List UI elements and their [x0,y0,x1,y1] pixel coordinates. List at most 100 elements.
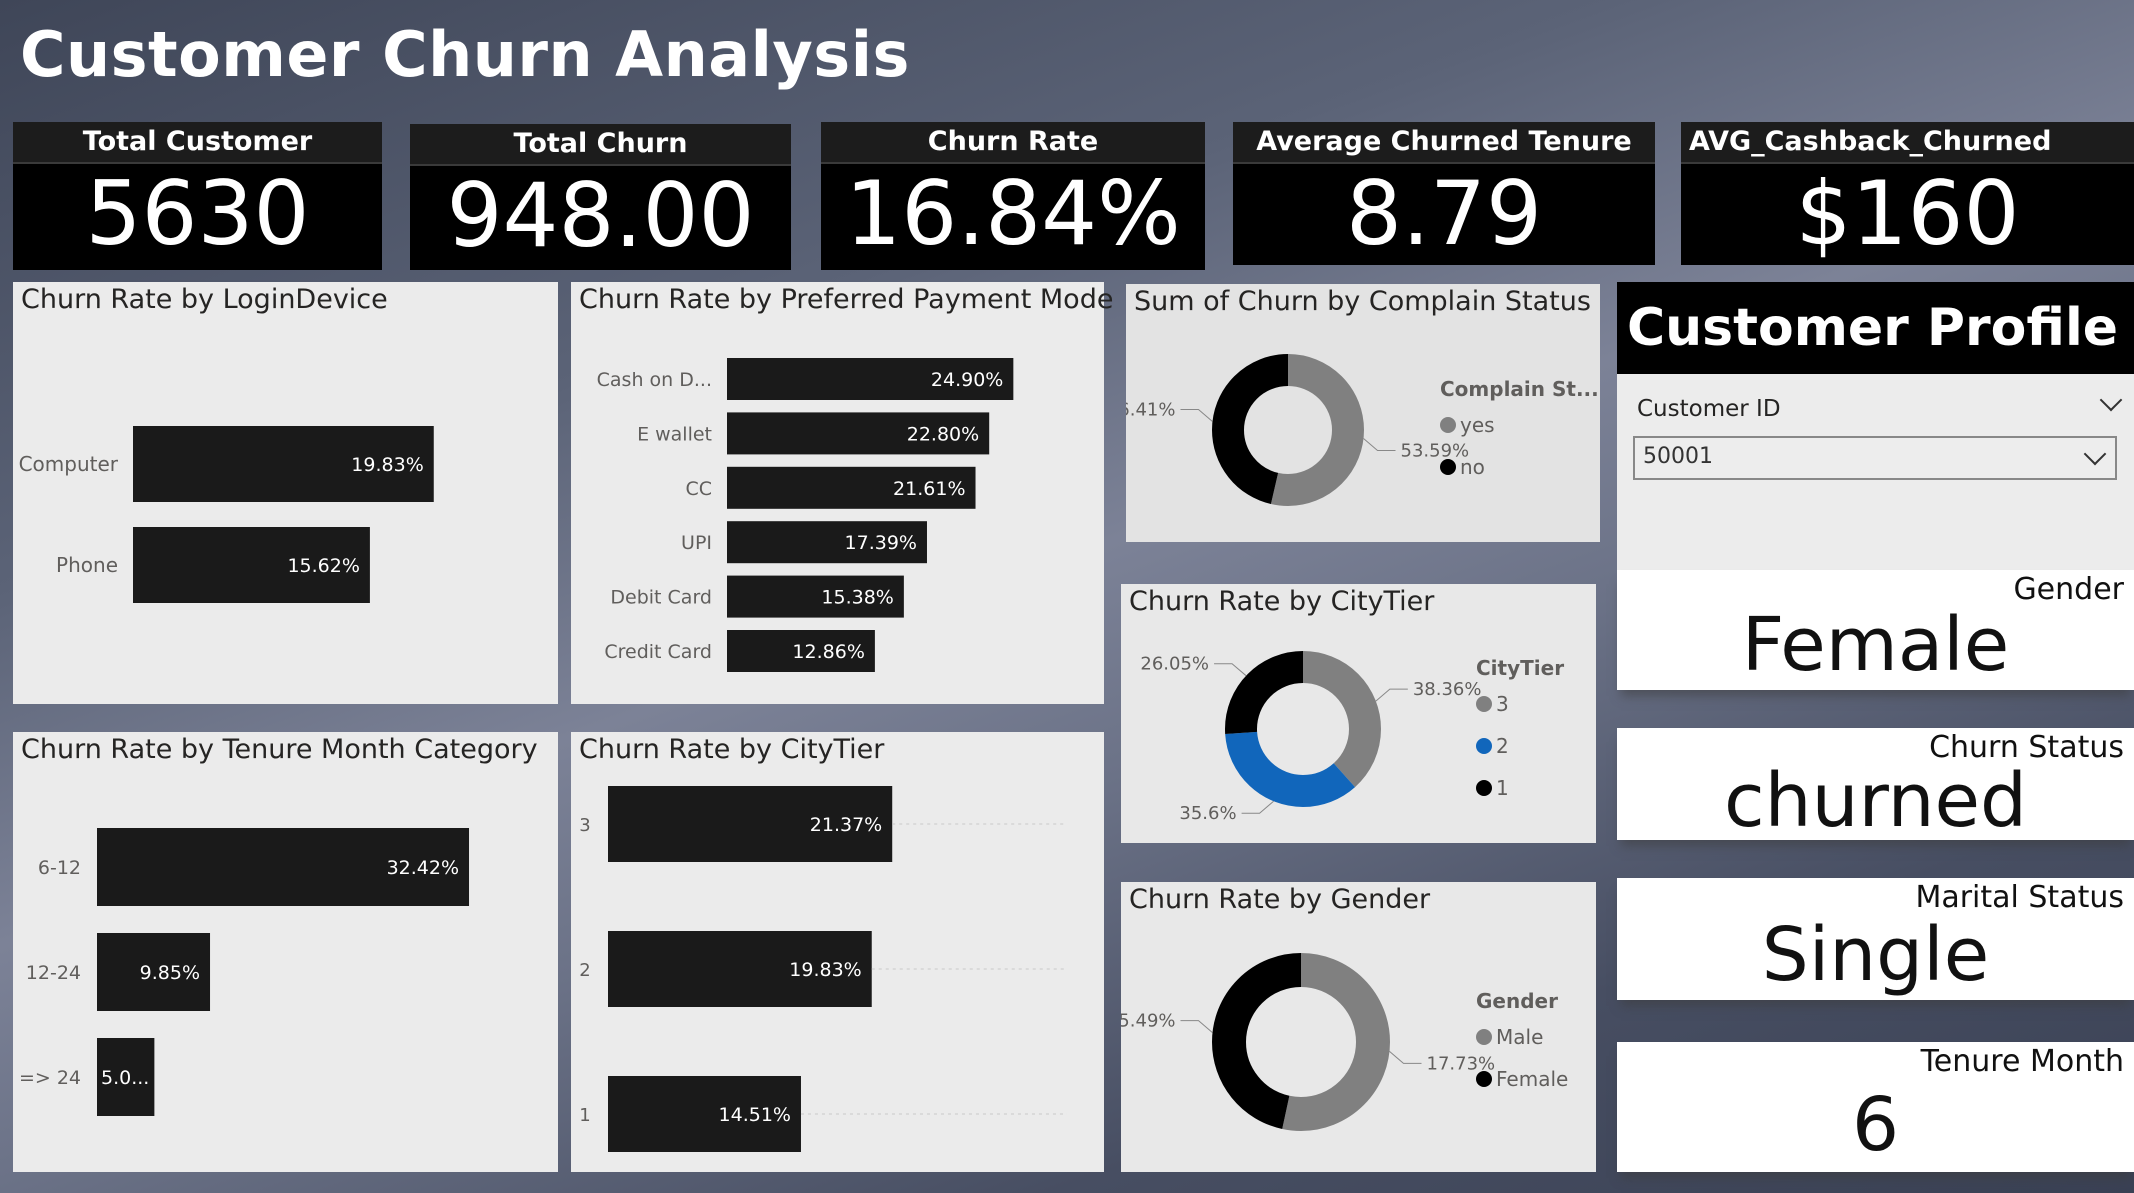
category-label: CC [685,478,712,500]
category-label: => 24 [19,1067,81,1089]
legend-label: no [1460,455,1485,479]
churn-status-value: churned [1723,758,2027,844]
marital-status-value: Single [1761,912,1990,998]
churn-status-card: Churn Status churned [1617,728,2134,844]
data-label: 19.83% [351,454,423,476]
category-label: Cash on D... [597,369,712,391]
data-label: 15.62% [287,555,359,577]
payment-mode-bar-chart: Cash on D... 24.90% E wallet 22.80% CC 21.61%… [597,358,1014,672]
chart-panel-citytier-donut[interactable]: Churn Rate by CityTier 38.36% 35.6% 26.05%… [1121,584,1596,843]
kpi-label: Average Churned Tenure [1233,122,1655,164]
tenure-month-card: Tenure Month 6 [1617,1042,2134,1172]
data-label: 53.59% [1401,441,1470,462]
legend-label: yes [1460,413,1495,437]
category-label: Credit Card [604,641,712,663]
kpi-value: 16.84% [845,162,1181,265]
data-label: 26.05% [1140,654,1209,675]
category-label: 6-12 [38,857,81,879]
leader-line [1241,800,1274,814]
data-label: 21.37% [810,814,882,836]
legend-title: Gender [1476,989,1558,1013]
legend-marker [1440,417,1456,433]
leader-line [1180,1020,1213,1033]
citytier-donut-chart: 38.36% 35.6% 26.05% CityTier 3 2 1 [1140,651,1564,824]
chart-panel-login-device[interactable]: Churn Rate by LoginDevice Computer 19.83%… [13,282,558,704]
data-label: 14.51% [719,1104,791,1126]
chart-panel-payment-mode[interactable]: Churn Rate by Preferred Payment Mode Cas… [571,282,1113,704]
customer-id-value: 50001 [1643,444,1713,469]
citytier-bar-chart: 3 21.37% 2 19.83% 1 14.51% [579,786,1067,1152]
data-label: 32.42% [387,857,459,879]
data-label: 24.90% [931,369,1003,391]
marital-status-card: Marital Status Single [1617,878,2134,1000]
data-label: 19.83% [789,959,861,981]
complain-donut-chart: 53.59% 46.41% Complain St... yes no [1126,354,1599,506]
legend-title: CityTier [1476,656,1564,680]
data-label: 46.41% [1126,399,1175,420]
tenure-month-value: 6 [1851,1082,1900,1168]
customer-id-slicer[interactable]: Customer ID 50001 [1617,374,2134,570]
category-label: Phone [56,553,118,577]
legend-marker [1476,780,1492,796]
customer-id-label: Customer ID [1637,396,1781,422]
category-label: Computer [19,452,119,476]
category-label: 12-24 [26,962,81,984]
data-label: 15.38% [821,587,893,609]
chevron-down-icon[interactable] [2083,442,2107,466]
chart-panel-gender[interactable]: Churn Rate by Gender 17.73%15.49%GenderM… [1121,882,1596,1172]
tenure-month-label: Tenure Month [1920,1044,2124,1079]
kpi-value: 5630 [85,162,310,265]
gender-donut-chart: 17.73%15.49%GenderMaleFemale [1121,953,1568,1131]
category-label: 2 [579,960,590,981]
customer-id-dropdown[interactable]: 50001 [1633,436,2117,480]
kpi-label: AVG_Cashback_Churned [1681,122,2134,164]
legend-label: 3 [1496,692,1509,716]
kpi-label: Total Churn [410,124,791,166]
login-device-bar-chart: Computer 19.83% Phone 15.62% [19,426,434,603]
leader-line [1375,688,1408,702]
kpi-value: $160 [1795,162,2020,265]
chart-panel-tenure[interactable]: Churn Rate by Tenure Month Category 6-12… [13,732,558,1172]
category-label: UPI [681,532,712,554]
legend-label: 2 [1496,734,1509,758]
kpi-churn-rate[interactable]: Churn Rate 16.84% [821,122,1205,270]
category-label: 3 [579,815,590,836]
leader-line [1389,1051,1422,1064]
data-label: 5.0... [101,1067,149,1089]
chart-panel-complain-status[interactable]: Sum of Churn by Complain Status 53.59%46… [1126,284,1600,542]
legend-label: Male [1496,1025,1543,1049]
data-label: 22.80% [907,423,979,445]
gender-card: Gender Female [1617,570,2134,690]
legend-label: 1 [1496,776,1509,800]
data-label: 38.36% [1413,679,1482,700]
legend-marker [1476,738,1492,754]
kpi-average-churned-tenure[interactable]: Average Churned Tenure 8.79 [1233,122,1655,265]
chart-panel-citytier-bar[interactable]: Churn Rate by CityTier 3 21.37% 2 19.83% 1 14… [571,732,1104,1172]
leader-line [1214,663,1247,677]
kpi-value: 948.00 [446,164,755,267]
gender-value: Female [1741,602,2010,688]
data-label: 35.6% [1179,803,1236,824]
leader-line [1180,408,1213,422]
data-label: 9.85% [140,962,200,984]
data-label: 15.49% [1121,1011,1175,1032]
customer-profile-title: Customer Profile [1617,282,2134,374]
legend-marker [1476,696,1492,712]
kpi-value: 8.79 [1346,162,1542,265]
page-title: Customer Churn Analysis [20,18,910,91]
kpi-label: Total Customer [13,122,382,164]
data-label: 21.61% [893,478,965,500]
data-label: 17.39% [845,532,917,554]
legend-title: Complain St... [1440,377,1599,401]
legend-marker [1476,1071,1492,1087]
chevron-down-icon[interactable] [2099,388,2123,412]
kpi-total-churn[interactable]: Total Churn 948.00 [410,124,791,270]
leader-line [1363,438,1396,452]
category-label: 1 [579,1105,590,1126]
marital-status-label: Marital Status [1915,880,2124,915]
category-label: E wallet [637,423,712,445]
legend-marker [1476,1029,1492,1045]
kpi-avg-cashback-churned[interactable]: AVG_Cashback_Churned $160 [1681,122,2134,265]
legend-marker [1440,459,1456,475]
kpi-total-customer[interactable]: Total Customer 5630 [13,122,382,270]
